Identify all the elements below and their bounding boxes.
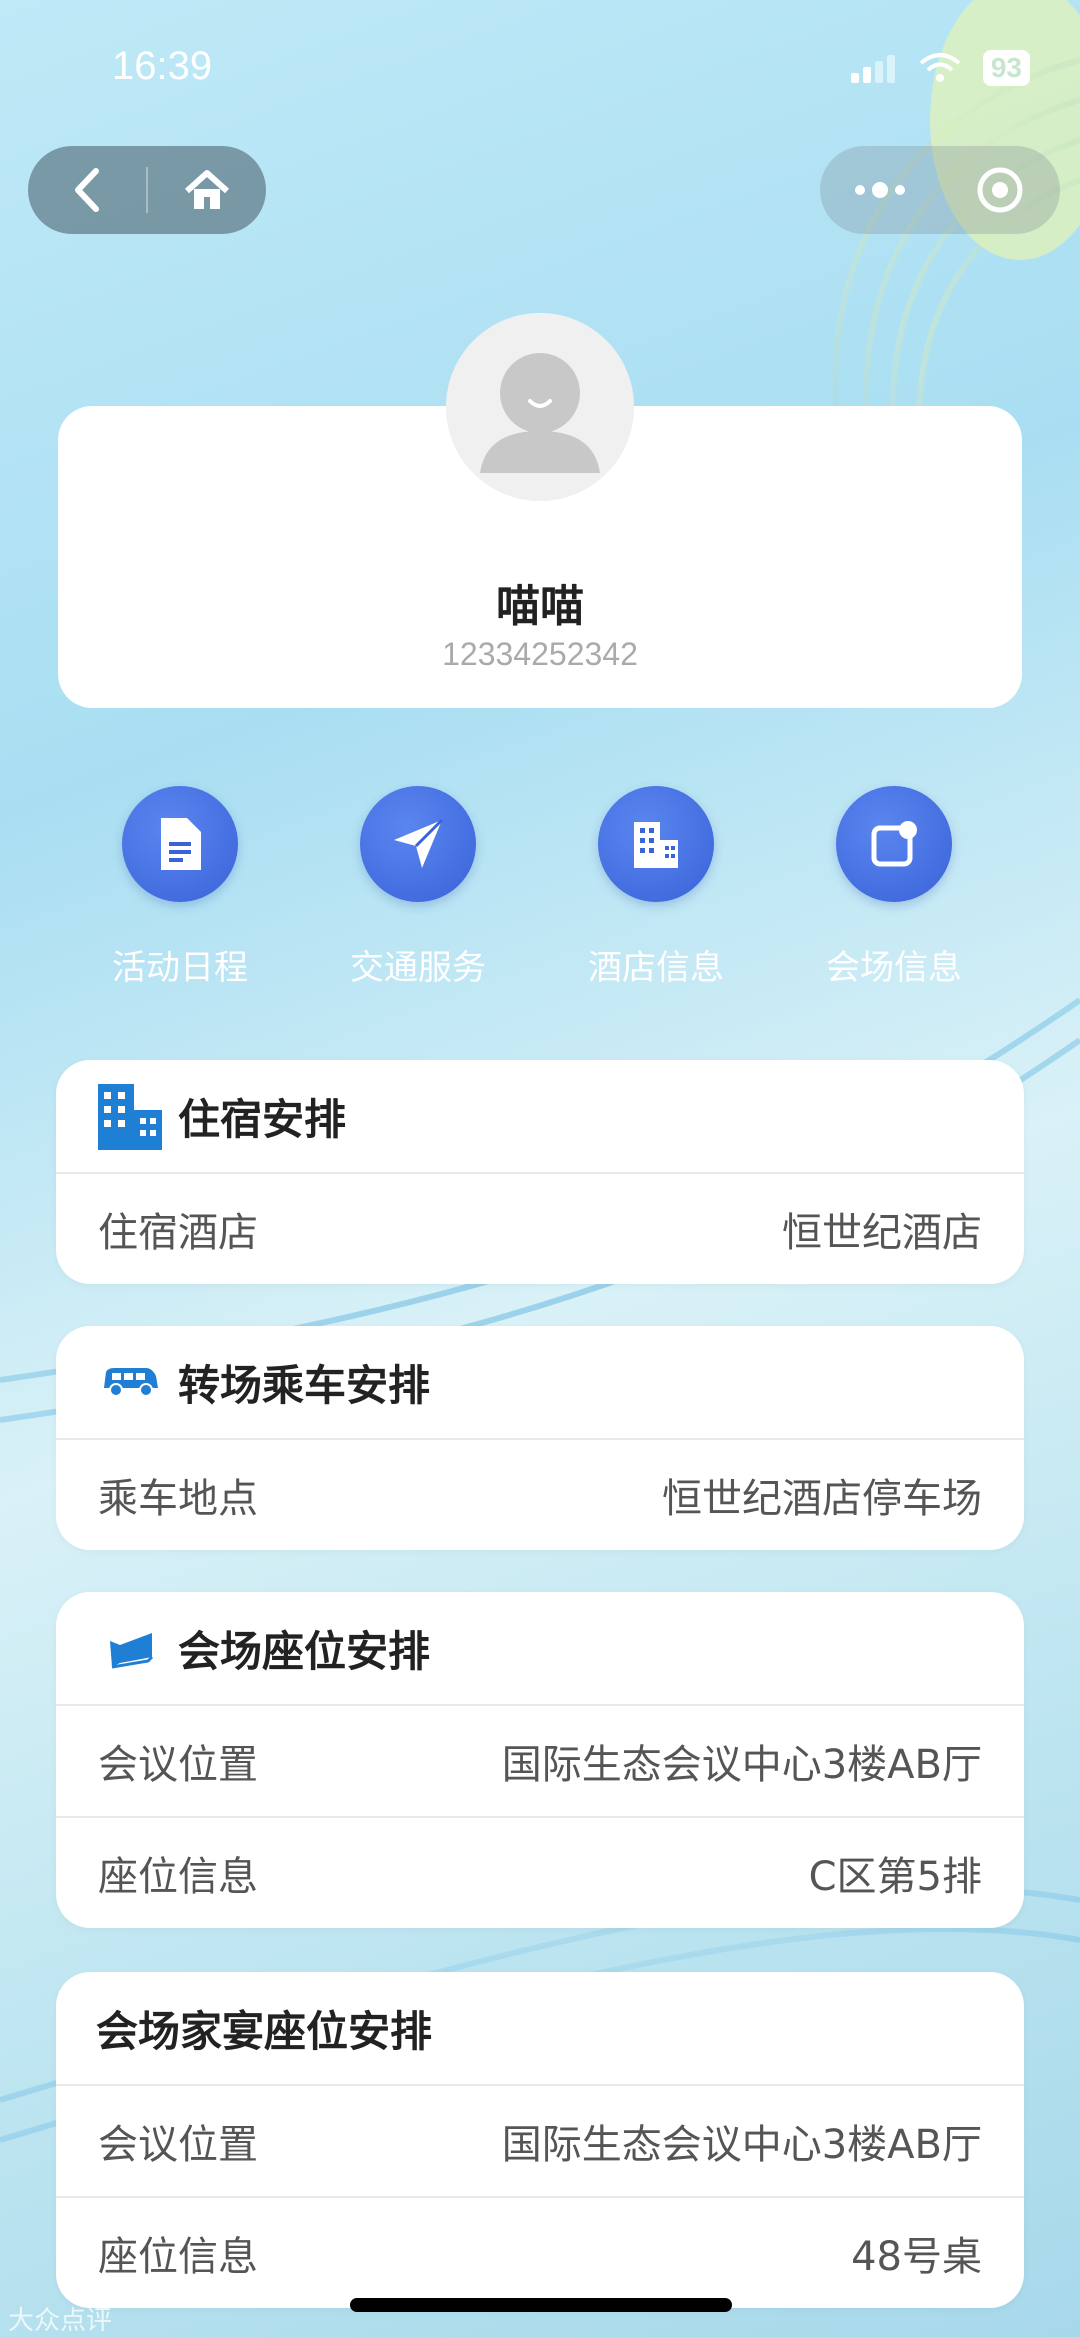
- info-row: 座位信息 C区第5排: [56, 1818, 1024, 1928]
- wifi-icon: [919, 53, 961, 82]
- bus-icon-wrap: [96, 1347, 166, 1417]
- avatar[interactable]: [446, 313, 634, 501]
- quick-action-venue[interactable]: 会场信息: [794, 786, 994, 989]
- avatar-placeholder-icon: [446, 313, 634, 501]
- row-label: 座位信息: [98, 2234, 258, 2280]
- card-title: 住宿安排: [178, 1094, 347, 1144]
- row-value: 48号桌: [851, 2234, 982, 2280]
- status-time: 16:39: [112, 44, 213, 88]
- card-title: 会场家宴座位安排: [96, 2006, 433, 2056]
- target-icon: [977, 167, 1023, 213]
- row-value: 国际生态会议中心3楼AB厅: [501, 1742, 982, 1788]
- row-value: 恒世纪酒店: [782, 1210, 982, 1256]
- banquet-card: 会场家宴座位安排 会议位置 国际生态会议中心3楼AB厅 座位信息 48号桌: [56, 1972, 1024, 2308]
- row-value: 恒世纪酒店停车场: [662, 1476, 982, 1522]
- card-header: 住宿安排: [56, 1060, 1024, 1174]
- card-title: 转场乘车安排: [178, 1360, 431, 1410]
- info-row: 会议位置 国际生态会议中心3楼AB厅: [56, 2086, 1024, 2198]
- chevron-left-icon: [75, 168, 99, 212]
- building-icon: [634, 822, 678, 868]
- close-miniapp-button[interactable]: [940, 146, 1060, 234]
- hotel-icon-wrap: [96, 1081, 166, 1151]
- quick-action-label: 交通服务: [350, 948, 486, 988]
- card-header: 转场乘车安排: [56, 1326, 1024, 1440]
- card-header: 会场座位安排: [56, 1592, 1024, 1706]
- schedule-icon-circle: [122, 786, 238, 902]
- document-icon: [161, 818, 201, 870]
- row-label: 会议位置: [98, 1742, 258, 1788]
- info-row: 住宿酒店 恒世纪酒店: [56, 1174, 1024, 1284]
- user-name: 喵喵: [496, 581, 584, 632]
- user-phone: 12334252342: [442, 636, 638, 672]
- quick-action-transport[interactable]: 交通服务: [318, 786, 518, 989]
- row-value: C区第5排: [808, 1854, 982, 1900]
- info-row: 会议位置 国际生态会议中心3楼AB厅: [56, 1706, 1024, 1818]
- hotel-icon-circle: [598, 786, 714, 902]
- navigation-icon: [394, 818, 444, 868]
- home-icon: [184, 170, 230, 209]
- hotel-card: 住宿安排 住宿酒店 恒世纪酒店: [56, 1060, 1024, 1284]
- more-dots-icon: [855, 182, 905, 198]
- card-title: 会场座位安排: [178, 1626, 431, 1676]
- quick-action-schedule[interactable]: 活动日程: [80, 786, 280, 989]
- seat-icon-wrap: [96, 1613, 166, 1683]
- quick-action-hotel[interactable]: 酒店信息: [556, 786, 756, 989]
- row-label: 住宿酒店: [98, 1210, 258, 1256]
- card-header: 会场家宴座位安排: [56, 1972, 1024, 2086]
- venue-icon-circle: [836, 786, 952, 902]
- battery-indicator: 93: [982, 50, 1030, 86]
- quick-action-label: 会场信息: [826, 948, 962, 988]
- more-button[interactable]: [820, 146, 940, 234]
- row-label: 乘车地点: [98, 1476, 258, 1522]
- home-indicator[interactable]: [350, 2298, 732, 2312]
- building-icon: [98, 1084, 162, 1150]
- watermark: 大众点评: [8, 2306, 113, 2336]
- seat-card: 会场座位安排 会议位置 国际生态会议中心3楼AB厅 座位信息 C区第5排: [56, 1592, 1024, 1928]
- venue-icon: [871, 821, 917, 867]
- status-icons: 93: [849, 50, 1030, 86]
- row-label: 会议位置: [98, 2122, 258, 2168]
- seat-icon: [110, 1633, 154, 1669]
- row-value: 国际生态会议中心3楼AB厅: [501, 2122, 982, 2168]
- nav-capsule: [28, 146, 266, 234]
- info-row: 乘车地点 恒世纪酒店停车场: [56, 1440, 1024, 1550]
- info-row: 座位信息 48号桌: [56, 2198, 1024, 2308]
- transfer-card: 转场乘车安排 乘车地点 恒世纪酒店停车场: [56, 1326, 1024, 1550]
- quick-action-label: 酒店信息: [588, 948, 724, 988]
- back-button[interactable]: [28, 146, 146, 234]
- signal-icon: [850, 55, 895, 83]
- van-icon: [104, 1368, 158, 1397]
- home-button[interactable]: [148, 146, 266, 234]
- transport-icon-circle: [360, 786, 476, 902]
- quick-action-label: 活动日程: [112, 948, 248, 988]
- miniapp-capsule: [820, 146, 1060, 234]
- row-label: 座位信息: [98, 1854, 258, 1900]
